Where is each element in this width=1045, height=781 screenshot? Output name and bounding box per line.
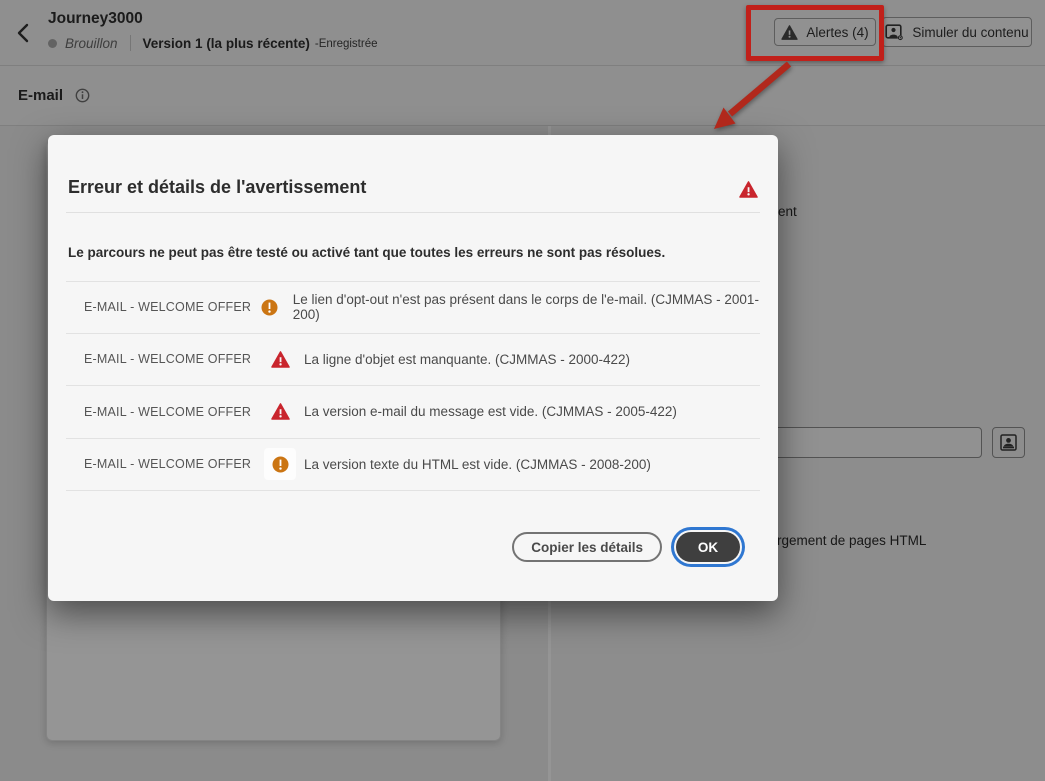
copy-details-button[interactable]: Copier les détails (512, 532, 662, 562)
dialog-title: Erreur et détails de l'avertissement (68, 177, 367, 197)
warning-circle-icon (261, 299, 278, 316)
alert-text: La version texte du HTML est vide. (CJMM… (304, 456, 651, 472)
alerts-table: E-MAIL - WELCOME OFFER Le lien d'opt-out… (66, 281, 760, 491)
alert-row: E-MAIL - WELCOME OFFER Le lien d'opt-out… (66, 281, 760, 334)
alert-source: E-MAIL - WELCOME OFFER (84, 352, 252, 367)
alert-source: E-MAIL - WELCOME OFFER (84, 404, 252, 419)
alert-source: E-MAIL - WELCOME OFFER (84, 457, 252, 472)
alert-row: E-MAIL - WELCOME OFFER La version e-mail… (66, 386, 760, 439)
journey-editor-app: Journey3000 Brouillon Version 1 (la plus… (0, 0, 1045, 781)
dialog-message: Le parcours ne peut pas être testé ou ac… (68, 245, 666, 260)
alert-source: E-MAIL - WELCOME OFFER (84, 300, 252, 315)
alert-severity-cell (253, 299, 287, 316)
alert-row: E-MAIL - WELCOME OFFER La version texte … (66, 439, 760, 491)
annotation-highlight-box (746, 5, 884, 61)
alert-row: E-MAIL - WELCOME OFFER La ligne d'objet … (66, 334, 760, 386)
alerts-dialog: Erreur et détails de l'avertissement Le … (48, 135, 778, 601)
dialog-divider (66, 212, 760, 213)
alert-severity-cell (262, 350, 298, 368)
alert-text: La ligne d'objet est manquante. (CJMMAS … (304, 351, 631, 367)
dialog-footer: Copier les détails OK (48, 532, 778, 562)
error-triangle-icon (270, 403, 290, 421)
alert-text: Le lien d'opt-out n'est pas présent dans… (292, 292, 759, 323)
ok-button[interactable]: OK (676, 532, 740, 562)
warning-circle-icon (272, 456, 288, 473)
error-triangle-icon (270, 350, 290, 368)
error-triangle-icon (739, 181, 758, 198)
alert-text: La version e-mail du message est vide. (… (304, 404, 677, 420)
alert-severity-cell (262, 403, 298, 421)
dialog-header: Erreur et détails de l'avertissement (48, 135, 778, 212)
alert-severity-cell (262, 448, 298, 481)
